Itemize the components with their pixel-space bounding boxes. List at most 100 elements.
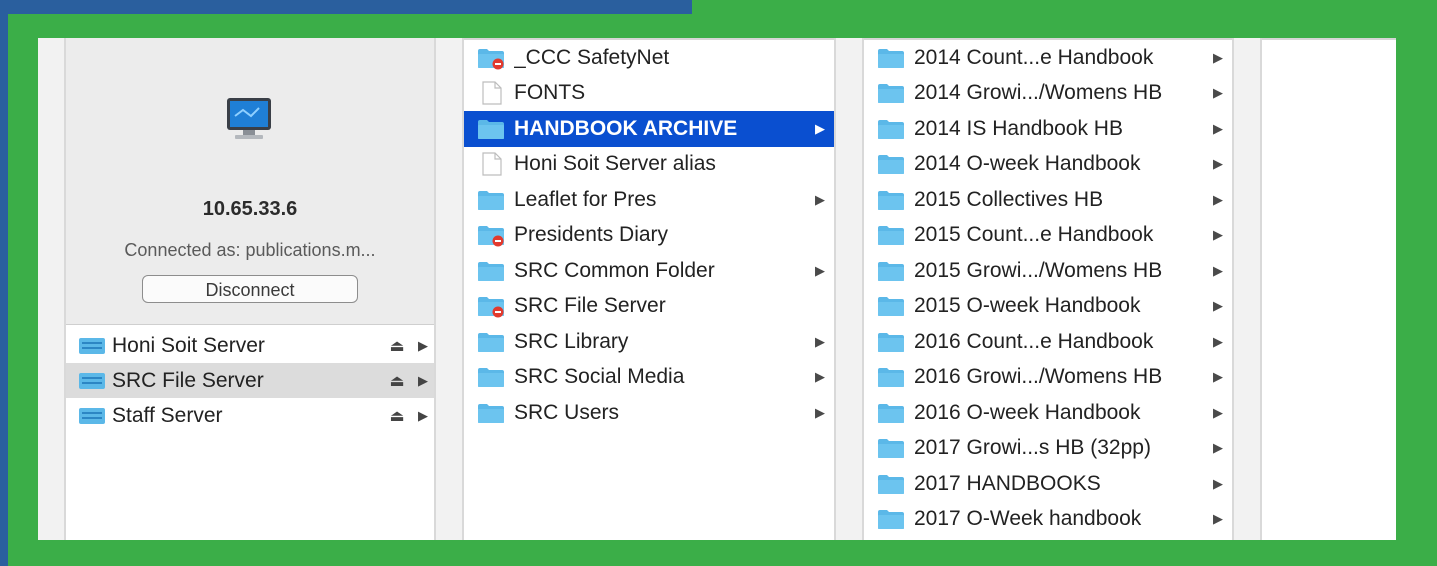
server-item-honi-soit[interactable]: Honi Soit Server ⏏ ▶ — [66, 328, 434, 363]
folder-list-item[interactable]: 2017 HANDBOOKS ▶ — [864, 466, 1232, 502]
folder-icon — [878, 190, 904, 210]
disclosure-arrow-icon: ▶ — [1213, 49, 1223, 65]
disclosure-arrow-icon: ▶ — [1213, 120, 1223, 136]
item-label: 2015 Count...e Handbook — [914, 223, 1154, 247]
disclosure-arrow-icon: ▶ — [1213, 227, 1223, 243]
server-list: Honi Soit Server ⏏ ▶ SRC File Server ⏏ ▶… — [66, 328, 434, 433]
folder-column: _CCC SafetyNet FONTS HANDBOOK ARCHIVE ▶ Honi… — [464, 40, 834, 431]
item-label: SRC Users — [514, 400, 620, 424]
disclosure-arrow-icon: ▶ — [418, 372, 428, 388]
folder-list-item[interactable]: 2016 Count...e Handbook ▶ — [864, 324, 1232, 360]
folder-list-item[interactable]: Leaflet for Pres ▶ — [464, 182, 834, 218]
item-label: _CCC SafetyNet — [514, 45, 670, 69]
folder-icon — [878, 155, 904, 175]
eject-icon[interactable]: ⏏ — [382, 406, 412, 426]
item-label: 2016 Count...e Handbook — [914, 329, 1154, 353]
disclosure-arrow-icon: ▶ — [1213, 85, 1223, 101]
folder-list-item[interactable]: SRC Social Media ▶ — [464, 360, 834, 396]
folder-list-item[interactable]: 2017 Growi...s HB (32pp) ▶ — [864, 431, 1232, 467]
disclosure-arrow-icon: ▶ — [418, 407, 428, 423]
disclosure-arrow-icon: ▶ — [1213, 404, 1223, 420]
disclosure-arrow-icon: ▶ — [815, 333, 825, 349]
folder-list-item[interactable]: HANDBOOK ARCHIVE ▶ — [464, 111, 834, 147]
background-blue-bar — [0, 0, 692, 14]
server-item-src-file-server[interactable]: SRC File Server ⏏ ▶ — [66, 363, 434, 398]
disconnect-button[interactable]: Disconnect — [142, 275, 358, 303]
item-label: 2016 Growi.../Womens HB — [914, 365, 1163, 389]
folder-list-item[interactable]: Presidents Diary — [464, 218, 834, 254]
folder-icon — [878, 439, 904, 459]
column-gutter — [1234, 38, 1262, 540]
disclosure-arrow-icon: ▶ — [418, 337, 428, 353]
document-icon — [482, 81, 502, 105]
folder-restricted-icon — [478, 48, 504, 70]
item-label: 2014 IS Handbook HB — [914, 116, 1123, 140]
folder-list-item[interactable]: 2015 Growi.../Womens HB ▶ — [864, 253, 1232, 289]
folder-list-item[interactable]: _CCC SafetyNet — [464, 40, 834, 76]
folder-icon — [478, 368, 504, 388]
disclosure-arrow-icon: ▶ — [815, 404, 825, 420]
folder-list-item[interactable]: 2015 Count...e Handbook ▶ — [864, 218, 1232, 254]
column-divider[interactable] — [1232, 38, 1234, 540]
folder-list-item[interactable]: SRC Common Folder ▶ — [464, 253, 834, 289]
server-item-staff-server[interactable]: Staff Server ⏏ ▶ — [66, 398, 434, 433]
disclosure-arrow-icon: ▶ — [815, 120, 825, 136]
eject-icon[interactable]: ⏏ — [382, 371, 412, 391]
column-divider[interactable] — [834, 38, 836, 540]
item-label: 2017 Growi...s HB (32pp) — [914, 436, 1151, 460]
folder-icon — [478, 332, 504, 352]
item-label: 2017 O-Week handbook — [914, 507, 1142, 531]
folder-list-item[interactable]: 2014 O-week Handbook ▶ — [864, 147, 1232, 183]
folder-icon — [878, 261, 904, 281]
folder-list-item[interactable]: SRC Users ▶ — [464, 395, 834, 431]
folder-list-item[interactable]: Honi Soit Server alias — [464, 147, 834, 183]
item-label: Presidents Diary — [514, 223, 669, 247]
folder-list-item[interactable]: 2015 O-week Handbook ▶ — [864, 289, 1232, 325]
folder-list-item[interactable]: FONTS — [464, 76, 834, 112]
folder-list-item[interactable]: 2015 Collectives HB ▶ — [864, 182, 1232, 218]
item-label: 2016 O-week Handbook — [914, 400, 1141, 424]
item-label: Leaflet for Pres — [514, 187, 657, 211]
item-label: SRC Library — [514, 329, 629, 353]
folder-icon — [878, 84, 904, 104]
disclosure-arrow-icon: ▶ — [1213, 440, 1223, 456]
disclosure-arrow-icon: ▶ — [815, 369, 825, 385]
server-address: 10.65.33.6 — [202, 198, 298, 220]
server-icon — [79, 372, 105, 389]
column-gutter — [836, 38, 864, 540]
item-label: 2014 O-week Handbook — [914, 152, 1141, 176]
folder-list-item[interactable]: SRC Library ▶ — [464, 324, 834, 360]
eject-icon[interactable]: ⏏ — [382, 336, 412, 356]
item-label: SRC Social Media — [514, 365, 685, 389]
column-gutter — [38, 38, 66, 540]
item-label: SRC File Server — [514, 294, 666, 318]
folder-list-item[interactable]: 2014 Count...e Handbook ▶ — [864, 40, 1232, 76]
folder-icon — [878, 368, 904, 388]
folder-column: 2014 Count...e Handbook ▶ 2014 Growi.../Wo… — [864, 40, 1232, 537]
folder-list-item[interactable]: 2014 IS Handbook HB ▶ — [864, 111, 1232, 147]
item-label: SRC Common Folder — [514, 258, 715, 282]
server-icon — [79, 337, 105, 354]
column-gutter — [436, 38, 464, 540]
server-info-panel: 10.65.33.6 Connected as: publications.m.… — [66, 38, 434, 325]
folder-list-item[interactable]: 2014 Growi.../Womens HB ▶ — [864, 76, 1232, 112]
column-divider[interactable] — [434, 38, 436, 540]
connected-as-label: Connected as: publications.m... — [124, 240, 376, 260]
folder-list-item[interactable]: 2016 O-week Handbook ▶ — [864, 395, 1232, 431]
folder-icon — [878, 474, 904, 494]
item-label: 2014 Count...e Handbook — [914, 45, 1154, 69]
folder-icon — [478, 190, 504, 210]
folder-list-item[interactable]: 2017 O-Week handbook ▶ — [864, 502, 1232, 538]
folder-icon — [878, 332, 904, 352]
disclosure-arrow-icon: ▶ — [1213, 369, 1223, 385]
folder-icon — [878, 226, 904, 246]
disclosure-arrow-icon: ▶ — [1213, 475, 1223, 491]
folder-list-item[interactable]: SRC File Server — [464, 289, 834, 325]
folder-list-item[interactable]: 2016 Growi.../Womens HB ▶ — [864, 360, 1232, 396]
disclosure-arrow-icon: ▶ — [1213, 262, 1223, 278]
folder-restricted-icon — [478, 226, 504, 247]
disclosure-arrow-icon: ▶ — [1213, 191, 1223, 207]
finder-window: 10.65.33.6 Connected as: publications.m.… — [38, 38, 1396, 540]
folder-icon — [478, 119, 504, 139]
folder-icon — [478, 261, 504, 281]
